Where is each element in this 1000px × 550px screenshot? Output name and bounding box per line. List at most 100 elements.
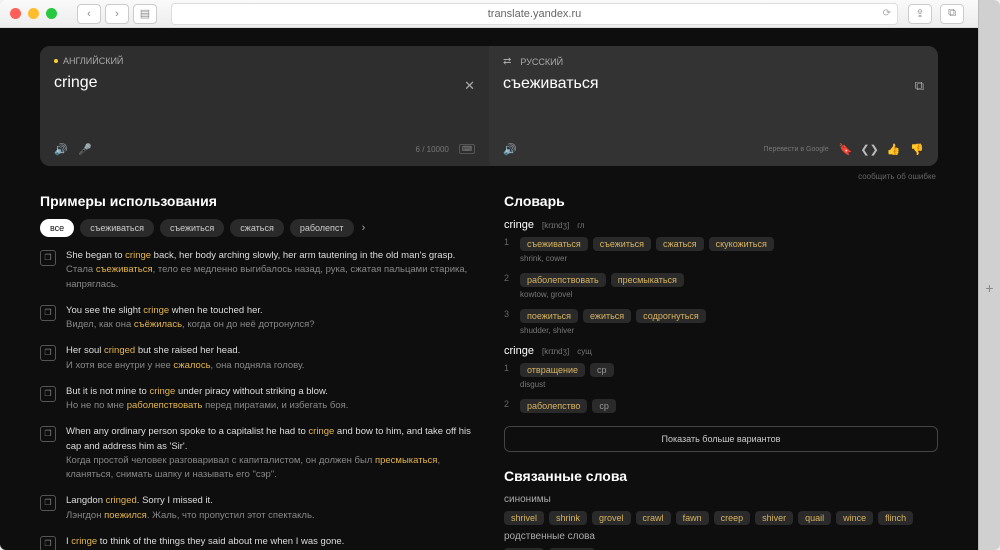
translation-output: съеживаться xyxy=(503,75,924,142)
dict-sense: 2 раболепство ср xyxy=(504,399,938,416)
examples-column: Примеры использования все съеживаться съеж… xyxy=(40,193,474,550)
copy-example-icon[interactable]: ❐ xyxy=(40,386,56,402)
back-button[interactable]: ‹ xyxy=(77,4,101,24)
translation-tag[interactable]: скукожиться xyxy=(709,237,774,251)
synonym-tag[interactable]: shrivel xyxy=(504,511,544,525)
translation-tag[interactable]: съежиться xyxy=(593,237,651,251)
speaker-icon[interactable]: 🔊 xyxy=(503,142,517,156)
thumbs-up-button[interactable]: 👍 xyxy=(887,143,901,156)
page-viewport: АНГЛИЙСКИЙ cringe ✕ 🔊 🎤 6 / 10000 ⌨ xyxy=(0,28,978,550)
close-window-icon[interactable] xyxy=(10,8,21,19)
cognates-label: родственные слова xyxy=(504,531,938,542)
example-english: You see the slight cringe when he touche… xyxy=(66,304,315,318)
report-error-link[interactable]: сообщить об ошибке xyxy=(40,172,936,181)
copy-output-button[interactable]: ⧉ xyxy=(915,78,924,94)
translation-tag[interactable]: раболепствовать xyxy=(520,273,606,287)
microphone-icon[interactable]: 🎤 xyxy=(78,142,92,156)
tabs-button[interactable]: ⧉ xyxy=(940,4,964,24)
example-filters: все съеживаться съежиться сжаться раболепст › xyxy=(40,219,474,237)
minimize-window-icon[interactable] xyxy=(28,8,39,19)
bookmark-icon[interactable]: 🔖 xyxy=(839,142,853,156)
example-english: She began to cringe back, her body archi… xyxy=(66,249,474,263)
synonym-tag[interactable]: wince xyxy=(836,511,873,525)
source-pane: АНГЛИЙСКИЙ cringe ✕ 🔊 🎤 6 / 10000 ⌨ xyxy=(40,46,489,166)
dictionary-title: Словарь xyxy=(504,193,938,209)
translation-tag[interactable]: содрогнуться xyxy=(636,309,706,323)
copy-example-icon[interactable]: ❐ xyxy=(40,495,56,511)
translation-tag[interactable]: сжаться xyxy=(656,237,704,251)
keyboard-icon[interactable]: ⌨ xyxy=(459,144,475,154)
copy-example-icon[interactable]: ❐ xyxy=(40,250,56,266)
synonym-tag[interactable]: flinch xyxy=(878,511,913,525)
related-title: Связанные слова xyxy=(504,468,938,484)
examples-title: Примеры использования xyxy=(40,193,474,209)
share-icon[interactable]: ❮❯ xyxy=(863,142,877,156)
translation-tag[interactable]: отвращение xyxy=(520,363,585,377)
maximize-window-icon[interactable] xyxy=(46,8,57,19)
english-equivalents: shrink, cower xyxy=(520,254,938,263)
filter-pill[interactable]: сжаться xyxy=(230,219,284,237)
filter-pill[interactable]: все xyxy=(40,219,74,237)
address-bar[interactable]: translate.yandex.ru ⟳ xyxy=(171,3,898,25)
example-russian: Когда простой человек разговаривал с кап… xyxy=(66,454,474,483)
synonym-tag[interactable]: shrink xyxy=(549,511,587,525)
share-button[interactable]: ⇪ xyxy=(908,4,932,24)
synonym-tag[interactable]: quail xyxy=(798,511,831,525)
filter-pill[interactable]: раболепст xyxy=(290,219,354,237)
translate-box: АНГЛИЙСКИЙ cringe ✕ 🔊 🎤 6 / 10000 ⌨ xyxy=(40,46,938,166)
example-english: Her soul cringed but she raised her head… xyxy=(66,344,304,358)
char-counter: 6 / 10000 xyxy=(416,145,449,154)
example-russian: Но не по мне раболепствовать перед пират… xyxy=(66,399,348,413)
source-input[interactable]: cringe xyxy=(54,74,475,142)
speaker-icon[interactable]: 🔊 xyxy=(54,142,68,156)
example-row: ❐ But it is not mine to cringe under pira… xyxy=(40,385,474,414)
translation-tag[interactable]: пресмыкаться xyxy=(611,273,684,287)
dict-sense: 3поежитьсяежитьсясодрогнутьсяshudder, sh… xyxy=(504,309,938,335)
reload-icon[interactable]: ⟳ xyxy=(883,8,891,19)
gender-tag: ср xyxy=(592,399,616,413)
sense-number: 2 xyxy=(504,273,512,299)
copy-example-icon[interactable]: ❐ xyxy=(40,345,56,361)
copy-example-icon[interactable]: ❐ xyxy=(40,426,56,442)
dict-sense: 1съеживатьсясъежитьсясжатьсяскукожитьсяs… xyxy=(504,237,938,263)
alt-service-link[interactable]: Перевести в Google xyxy=(764,146,829,153)
clear-input-button[interactable]: ✕ xyxy=(464,78,475,94)
filter-pill[interactable]: съежиться xyxy=(160,219,224,237)
chevron-right-icon[interactable]: › xyxy=(362,222,366,234)
synonym-tag[interactable]: crawl xyxy=(636,511,671,525)
target-language-label[interactable]: ⇄ РУССКИЙ xyxy=(503,56,924,67)
translation-tag[interactable]: поежиться xyxy=(520,309,578,323)
sidebar-button[interactable]: ▤ xyxy=(133,4,157,24)
sense-number: 2 xyxy=(504,399,512,416)
dict-entry-head: cringe[krɪndʒ]сущ xyxy=(504,345,938,357)
source-language-label[interactable]: АНГЛИЙСКИЙ xyxy=(54,56,475,66)
copy-example-icon[interactable]: ❐ xyxy=(40,536,56,550)
synonym-tag[interactable]: grovel xyxy=(592,511,631,525)
synonym-tag[interactable]: shiver xyxy=(755,511,793,525)
new-tab-button[interactable]: + xyxy=(978,0,1000,550)
translation-tag[interactable]: ежиться xyxy=(583,309,631,323)
translation-tag[interactable]: съеживаться xyxy=(520,237,588,251)
example-row: ❐Langdon cringed. Sorry I missed it.Лэнг… xyxy=(40,494,474,523)
swap-languages-icon[interactable]: ⇄ xyxy=(503,56,511,67)
copy-example-icon[interactable]: ❐ xyxy=(40,305,56,321)
thumbs-down-button[interactable]: 👎 xyxy=(910,143,924,156)
synonym-tag[interactable]: creep xyxy=(714,511,751,525)
example-row: ❐When any ordinary person spoke to a cap… xyxy=(40,425,474,482)
filter-pill[interactable]: съеживаться xyxy=(80,219,154,237)
target-pane: ⇄ РУССКИЙ съеживаться ⧉ 🔊 Перевести в Go… xyxy=(489,46,938,166)
lang-indicator-icon xyxy=(54,59,58,63)
english-equivalents: shudder, shiver xyxy=(520,326,938,335)
dict-sense: 1отвращениесрdisgust xyxy=(504,363,938,389)
english-equivalents: disgust xyxy=(520,380,938,389)
sense-number: 1 xyxy=(504,363,512,389)
example-russian: Видел, как она съёжилась, когда он до не… xyxy=(66,318,315,332)
dict-entry-head: cringe[krɪndʒ]гл xyxy=(504,219,938,231)
forward-button[interactable]: › xyxy=(105,4,129,24)
example-row: ❐ Her soul cringed but she raised her hea… xyxy=(40,344,474,373)
example-english: But it is not mine to cringe under pirac… xyxy=(66,385,348,399)
show-more-button[interactable]: Показать больше вариантов xyxy=(504,426,938,452)
url-text: translate.yandex.ru xyxy=(488,8,582,20)
synonym-tag[interactable]: fawn xyxy=(676,511,709,525)
translation-tag[interactable]: раболепство xyxy=(520,399,587,413)
